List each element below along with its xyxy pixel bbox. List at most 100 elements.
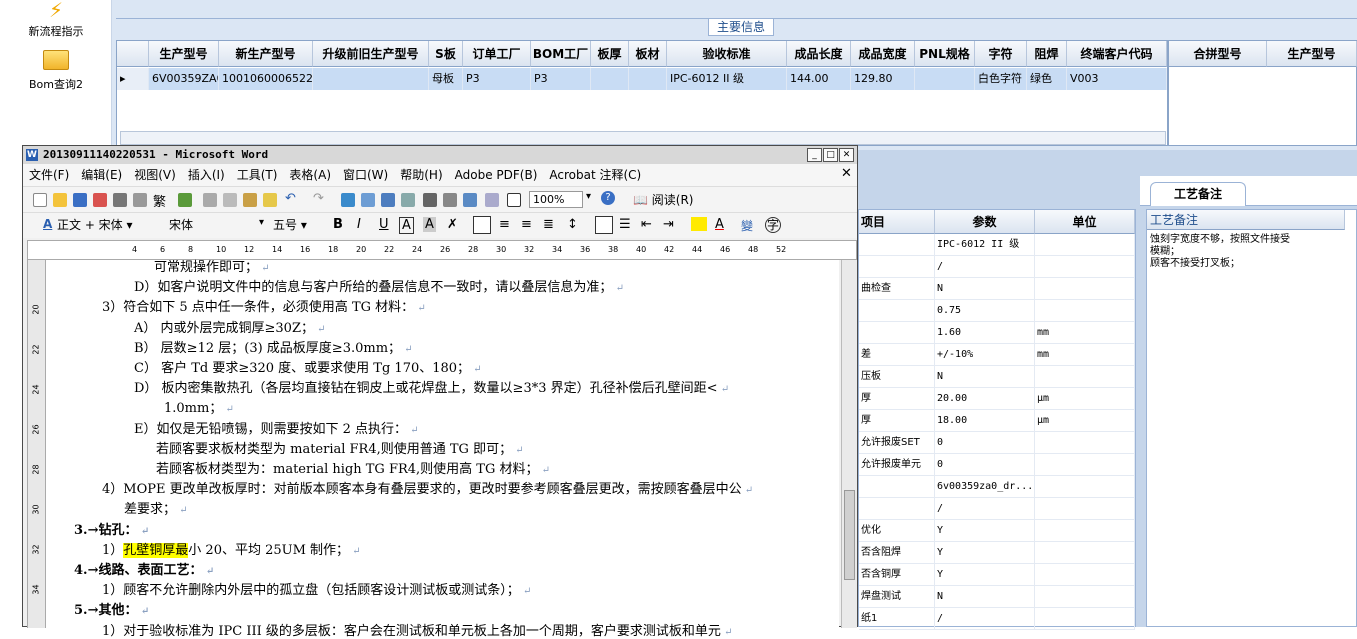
document-line[interactable]: 3）符合如下 5 点中任一条件，必须使用高 TG 材料： ↵: [102, 296, 426, 315]
param-cell[interactable]: 20.00: [935, 388, 1035, 410]
tables-icon[interactable]: [361, 193, 375, 207]
justify-icon[interactable]: ≣: [543, 217, 554, 232]
param-cell[interactable]: mm: [1035, 322, 1135, 344]
col-header[interactable]: 生产型号: [149, 41, 219, 67]
document-line[interactable]: 4）MOPE 更改单改板厚时：对前版本顾客本身有叠层要求的，更改时要参考顾客叠层…: [102, 478, 753, 497]
param-cell[interactable]: [1035, 586, 1135, 608]
param-cell[interactable]: 厚: [859, 388, 935, 410]
table-cell[interactable]: [629, 68, 667, 90]
copy-icon[interactable]: [223, 193, 237, 207]
print-preview-icon[interactable]: [133, 193, 147, 207]
word-window[interactable]: 20130911140220531 - Microsoft Word W _ □…: [22, 145, 858, 639]
show-hide-icon[interactable]: [485, 193, 499, 207]
param-cell[interactable]: 否含铜厚: [859, 564, 935, 586]
new-doc-icon[interactable]: [33, 193, 47, 207]
param-cell[interactable]: [859, 256, 935, 278]
cut-icon[interactable]: [203, 193, 217, 207]
help-icon[interactable]: ?: [601, 191, 615, 205]
param-cell[interactable]: [859, 322, 935, 344]
menu-item[interactable]: Adobe PDF(B): [455, 168, 538, 182]
param-col-header[interactable]: 项目: [859, 210, 935, 234]
table-cell[interactable]: 绿色: [1027, 68, 1067, 90]
param-cell[interactable]: 允许报废单元: [859, 454, 935, 476]
remarks-panel[interactable]: 工艺备注 蚀刻字宽度不够，按照文件接受 模糊； 顾客不接受打叉板；: [1146, 209, 1357, 627]
param-cell[interactable]: 18.00: [935, 410, 1035, 432]
col-header[interactable]: 板材: [629, 41, 667, 67]
bullets-icon[interactable]: ☰: [619, 217, 631, 232]
param-cell[interactable]: 允许报废SET: [859, 432, 935, 454]
char-border-button[interactable]: A: [399, 217, 414, 234]
table-cell[interactable]: [313, 68, 429, 90]
document-line[interactable]: 差要求； ↵: [124, 498, 188, 517]
param-cell[interactable]: [1035, 542, 1135, 564]
phonetic-icon[interactable]: 變: [741, 217, 753, 234]
char-scale-button[interactable]: ✗: [447, 217, 458, 232]
document-line[interactable]: 若顾客板材类型为：material high TG FR4,则使用高 TG 材料…: [156, 458, 550, 477]
col-header[interactable]: PNL规格: [915, 41, 975, 67]
underline-button[interactable]: U: [379, 217, 389, 232]
param-cell[interactable]: [859, 498, 935, 520]
table-cell[interactable]: P3: [531, 68, 591, 90]
menu-item[interactable]: 表格(A): [289, 168, 331, 182]
param-cell[interactable]: [1035, 366, 1135, 388]
param-cell[interactable]: 0: [935, 432, 1035, 454]
param-cell[interactable]: μm: [1035, 410, 1135, 432]
document-line[interactable]: 4.→线路、表面工艺： ↵: [74, 559, 214, 578]
table-cell[interactable]: V003: [1067, 68, 1167, 90]
formatting-marks-icon[interactable]: [507, 193, 521, 207]
param-cell[interactable]: [859, 476, 935, 498]
param-cell[interactable]: μm: [1035, 388, 1135, 410]
bom-query-button[interactable]: Bom查询2: [0, 50, 112, 92]
table-cell[interactable]: [915, 68, 975, 90]
scroll-thumb[interactable]: [844, 490, 855, 580]
document-line[interactable]: C） 客户 Td 要求≥320 度、或要求使用 Tg 170、180； ↵: [134, 357, 482, 376]
param-table[interactable]: 项目 参数 单位 IPC-6012 II 级 / 曲检查 N 0.75 1.60 mm 差 +/-10…: [858, 209, 1136, 630]
param-cell[interactable]: 0.75: [935, 300, 1035, 322]
chevron-down-icon[interactable]: ▾: [259, 217, 264, 228]
align-left-icon[interactable]: [473, 216, 491, 234]
param-cell[interactable]: [1035, 432, 1135, 454]
document-line[interactable]: 1）孔壁铜厚最小 20、平均 25UM 制作； ↵: [102, 539, 361, 558]
tab-process-remarks[interactable]: 工艺备注: [1150, 182, 1246, 206]
param-cell[interactable]: [1035, 234, 1135, 256]
document-area[interactable]: 20 22 24 26 28 30 32 34 可常规操作即可； ↵ D）如客户说明文件中的信息…: [27, 260, 839, 639]
param-cell[interactable]: 6v00359za0_dr...: [935, 476, 1035, 498]
minimize-button[interactable]: _: [807, 148, 822, 162]
chevron-down-icon[interactable]: ▾: [586, 191, 591, 202]
menu-item[interactable]: 文件(F): [29, 168, 69, 182]
table-cell[interactable]: 129.80: [851, 68, 915, 90]
param-cell[interactable]: [1035, 278, 1135, 300]
table-cell[interactable]: [591, 68, 629, 90]
size-select[interactable]: 五号 ▾: [273, 217, 321, 234]
document-line[interactable]: 1）顾客不允许删除内外层中的孤立盘（包括顾客设计测试板或测试条）； ↵: [102, 579, 531, 598]
table-cell[interactable]: IPC-6012 II 级: [667, 68, 787, 90]
close-doc-icon[interactable]: ✕: [841, 166, 852, 181]
menu-item[interactable]: 工具(T): [237, 168, 278, 182]
zoom-select[interactable]: 100%: [529, 191, 583, 208]
print-icon[interactable]: [113, 193, 127, 207]
insert-table-icon[interactable]: [381, 193, 395, 207]
undo-icon[interactable]: ↶: [285, 191, 296, 206]
document-line[interactable]: 3.→钻孔： ↵: [74, 519, 149, 538]
maximize-button[interactable]: □: [823, 148, 838, 162]
param-cell[interactable]: 差: [859, 344, 935, 366]
col-header[interactable]: 成品长度: [787, 41, 851, 67]
col-header[interactable]: 升级前旧生产型号: [313, 41, 429, 67]
param-cell[interactable]: N: [935, 586, 1035, 608]
param-cell[interactable]: 焊盘测试: [859, 586, 935, 608]
table-cell[interactable]: 母板: [429, 68, 463, 90]
col-header[interactable]: 订单工厂: [463, 41, 531, 67]
col-header[interactable]: 字符: [975, 41, 1027, 67]
open-icon[interactable]: [53, 193, 67, 207]
excel-icon[interactable]: [401, 193, 415, 207]
document-line[interactable]: E）如仅是无铅喷锡，则需要按如下 2 点执行： ↵: [134, 418, 419, 437]
columns-icon[interactable]: [423, 193, 437, 207]
document-line[interactable]: 若顾客要求板材类型为 material FR4,则使用普通 TG 即可； ↵: [156, 438, 524, 457]
param-cell[interactable]: mm: [1035, 344, 1135, 366]
spelling-icon[interactable]: [178, 193, 192, 207]
col-header[interactable]: 阻焊: [1027, 41, 1067, 67]
format-painter-icon[interactable]: [263, 193, 277, 207]
document-line[interactable]: 5.→其他： ↵: [74, 599, 149, 618]
param-col-header[interactable]: 单位: [1035, 210, 1135, 234]
table-cell[interactable]: 144.00: [787, 68, 851, 90]
